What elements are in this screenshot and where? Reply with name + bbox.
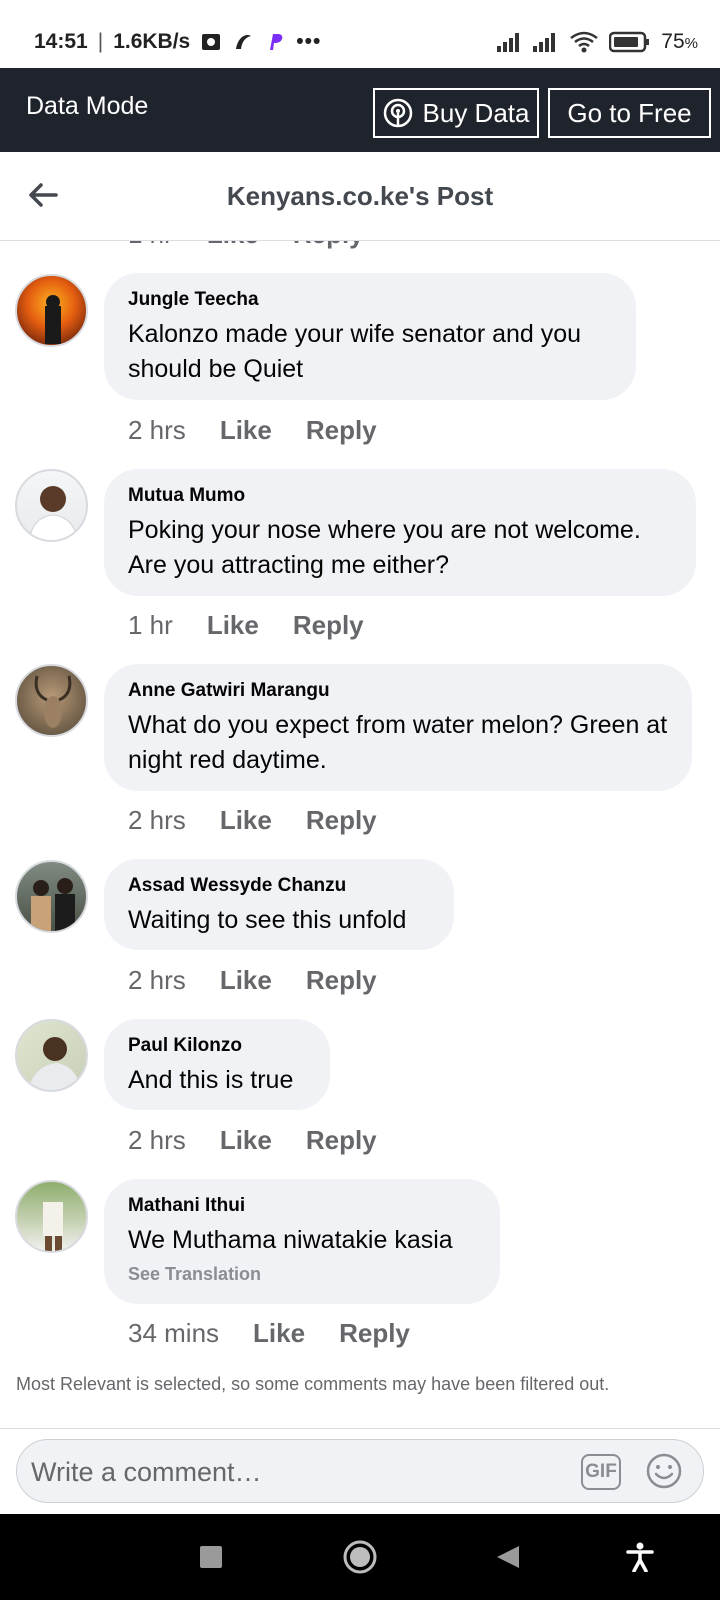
previous-reply-button[interactable]: Reply bbox=[293, 241, 364, 250]
like-button[interactable]: Like bbox=[207, 610, 259, 641]
accessibility-button[interactable] bbox=[622, 1539, 658, 1575]
triangle-back-icon bbox=[497, 1546, 519, 1568]
emoji-icon[interactable] bbox=[645, 1452, 683, 1490]
status-bar: 14:51 | 1.6KB/s ••• 75% bbox=[0, 0, 720, 68]
comment-text: What do you expect from water melon? Gre… bbox=[128, 711, 668, 774]
system-nav-bar bbox=[0, 1514, 720, 1600]
avatar[interactable] bbox=[15, 469, 88, 542]
comment-bubble: Paul Kilonzo And this is true bbox=[104, 1019, 330, 1110]
reply-button[interactable]: Reply bbox=[306, 805, 377, 836]
recents-button[interactable] bbox=[193, 1539, 229, 1575]
reply-button[interactable]: Reply bbox=[306, 415, 377, 446]
network-speed: 1.6KB/s bbox=[113, 30, 191, 53]
data-mode-title: Data Mode bbox=[26, 92, 149, 120]
comment-text: Poking your nose where you are not welco… bbox=[128, 516, 641, 579]
comment-text: And this is true bbox=[128, 1066, 294, 1094]
avatar[interactable] bbox=[15, 274, 88, 347]
comment-composer: GIF bbox=[16, 1439, 704, 1503]
square-icon bbox=[200, 1546, 222, 1568]
page-title: Kenyans.co.ke's Post bbox=[226, 181, 494, 211]
avatar[interactable] bbox=[15, 664, 88, 737]
comment-bubble: Mutua Mumo Poking your nose where you ar… bbox=[104, 469, 696, 596]
avatar[interactable] bbox=[15, 860, 88, 933]
divider bbox=[0, 1428, 720, 1429]
comment-time: 1 hr bbox=[128, 610, 173, 640]
comment-bubble: Assad Wessyde Chanzu Waiting to see this… bbox=[104, 859, 454, 950]
broadcast-icon bbox=[383, 98, 412, 128]
battery-level: 75% bbox=[661, 30, 698, 53]
like-button[interactable]: Like bbox=[220, 805, 272, 836]
like-button[interactable]: Like bbox=[253, 1318, 305, 1349]
go-to-free-label: Go to Free bbox=[567, 97, 692, 128]
comment-author[interactable]: Mathani Ithui bbox=[128, 1195, 476, 1217]
comment-text: Waiting to see this unfold bbox=[128, 906, 407, 934]
status-bar-left: 14:51 | 1.6KB/s ••• bbox=[34, 30, 321, 54]
comment-bubble: Mathani Ithui We Muthama niwatakie kasia… bbox=[104, 1179, 500, 1304]
home-button[interactable] bbox=[342, 1539, 378, 1575]
comment-time: 2 hrs bbox=[128, 965, 186, 995]
comment-author[interactable]: Assad Wessyde Chanzu bbox=[128, 875, 430, 897]
signal-icon-2 bbox=[533, 33, 556, 52]
accessibility-icon bbox=[626, 1542, 654, 1572]
comment-text: We Muthama niwatakie kasia bbox=[128, 1226, 453, 1254]
screenshot-notification-icon bbox=[202, 34, 221, 50]
status-bar-right: 75% bbox=[497, 30, 698, 54]
comment-actions: 1 hr Like Reply bbox=[128, 610, 364, 641]
comment-input[interactable] bbox=[31, 1450, 551, 1494]
app-notification-icon bbox=[236, 35, 252, 49]
like-button[interactable]: Like bbox=[220, 965, 272, 996]
signal-icon-1 bbox=[497, 33, 520, 52]
comment-time: 2 hrs bbox=[128, 415, 186, 445]
data-mode-bar: Data Mode Buy Data Go to Free bbox=[0, 68, 720, 152]
comment-actions: 2 hrs Like Reply bbox=[128, 1125, 377, 1156]
previous-comment-meta: 1 hr Like Reply bbox=[0, 241, 720, 251]
gif-button[interactable]: GIF bbox=[581, 1454, 621, 1490]
like-button[interactable]: Like bbox=[220, 415, 272, 446]
avatar[interactable] bbox=[15, 1019, 88, 1092]
comment-actions: 2 hrs Like Reply bbox=[128, 965, 377, 996]
go-to-free-button[interactable]: Go to Free bbox=[548, 88, 711, 138]
comment-time: 2 hrs bbox=[128, 805, 186, 835]
reply-button[interactable]: Reply bbox=[306, 1125, 377, 1156]
comment-bubble: Anne Gatwiri Marangu What do you expect … bbox=[104, 664, 692, 791]
comment-time: 34 mins bbox=[128, 1318, 220, 1348]
status-separator: | bbox=[97, 30, 104, 53]
previous-comment-time: 1 hr bbox=[128, 241, 173, 250]
more-notifications-icon: ••• bbox=[296, 30, 322, 53]
comment-bubble: Jungle Teecha Kalonzo made your wife sen… bbox=[104, 273, 636, 400]
comment-actions: 34 mins Like Reply bbox=[128, 1318, 410, 1349]
wifi-icon bbox=[570, 31, 599, 53]
reply-button[interactable]: Reply bbox=[306, 965, 377, 996]
comment-time: 2 hrs bbox=[128, 1125, 186, 1155]
comment-author[interactable]: Mutua Mumo bbox=[128, 485, 672, 507]
circle-icon bbox=[343, 1540, 377, 1574]
comment-author[interactable]: Anne Gatwiri Marangu bbox=[128, 680, 668, 702]
buy-data-button[interactable]: Buy Data bbox=[373, 88, 539, 138]
status-time: 14:51 bbox=[34, 30, 88, 53]
reply-button[interactable]: Reply bbox=[293, 610, 364, 641]
previous-like-button[interactable]: Like bbox=[207, 241, 259, 250]
buy-data-label: Buy Data bbox=[422, 97, 530, 128]
paypal-notification-icon bbox=[270, 34, 283, 50]
comment-author[interactable]: Jungle Teecha bbox=[128, 289, 612, 311]
comment-text: Kalonzo made your wife senator and you s… bbox=[128, 320, 582, 383]
like-button[interactable]: Like bbox=[220, 1125, 272, 1156]
see-translation-link[interactable]: See Translation bbox=[128, 1264, 476, 1285]
avatar[interactable] bbox=[15, 1180, 88, 1253]
post-header: Kenyans.co.ke's Post bbox=[0, 152, 720, 241]
comment-author[interactable]: Paul Kilonzo bbox=[128, 1035, 306, 1057]
filter-notice: Most Relevant is selected, so some comme… bbox=[16, 1374, 610, 1394]
reply-button[interactable]: Reply bbox=[339, 1318, 410, 1349]
comment-actions: 2 hrs Like Reply bbox=[128, 415, 377, 446]
comment-actions: 2 hrs Like Reply bbox=[128, 805, 377, 836]
battery-icon bbox=[609, 31, 650, 53]
back-button[interactable] bbox=[490, 1539, 526, 1575]
